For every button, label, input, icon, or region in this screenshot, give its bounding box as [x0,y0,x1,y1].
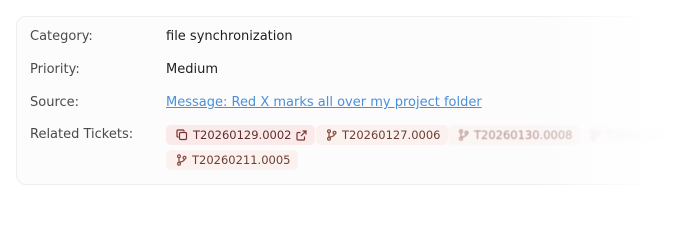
priority-value: Medium [166,62,218,77]
category-value: file synchronization [166,29,293,44]
branch-icon [590,129,601,141]
ticket-id: T20260129.0002 [193,128,292,142]
related-ticket-chip[interactable]: T20260211.0005 [166,150,299,170]
related-ticket-chip[interactable]: T20260130.0008 [448,125,581,145]
copy-icon [176,129,188,141]
related-tickets-label: Related Tickets: [30,127,134,142]
category-label: Category: [30,29,93,44]
priority-label: Priority: [30,62,80,77]
ticket-id: T20260211.0005 [192,153,291,167]
related-ticket-chip[interactable]: T20260127.0006 [316,125,449,145]
related-ticket-chip[interactable]: T20260131.0001 [580,125,700,145]
source-link[interactable]: Message: Red X marks all over my project… [166,95,482,111]
ticket-id: T20260131.0001 [606,128,700,142]
external-link-icon[interactable] [296,129,308,141]
source-label: Source: [30,95,80,110]
branch-icon [176,154,187,166]
related-ticket-chip[interactable]: T20260129.0002 [166,125,316,145]
ticket-id: T20260130.0008 [474,128,573,142]
branch-icon [458,129,469,141]
ticket-id: T20260127.0006 [342,128,441,142]
branch-icon [326,129,337,141]
